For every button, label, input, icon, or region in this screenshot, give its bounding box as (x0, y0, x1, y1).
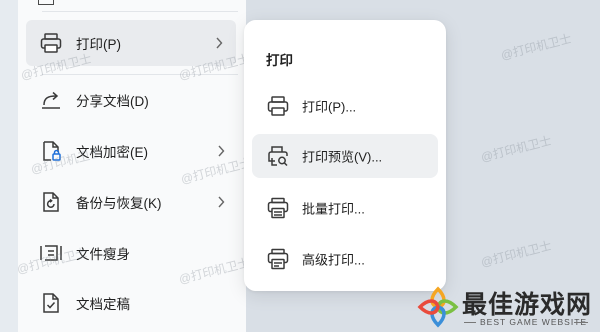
printer-icon (266, 94, 290, 118)
submenu-item-print[interactable]: 打印(P)... (252, 84, 438, 128)
logo-rule (464, 322, 476, 323)
left-edge-strip (0, 0, 18, 332)
previous-item-icon-fragment (38, 0, 54, 5)
file-menu: 打印(P) 分享文档(D) 文档加密(E) 备份与恢复(K) 文件瘦身 文档定稿 (18, 0, 246, 332)
logo-mark-icon (417, 286, 459, 328)
print-preview-icon (266, 144, 290, 168)
menu-item-label: 打印(P) (76, 37, 121, 52)
chevron-right-icon (218, 196, 225, 208)
menu-item-print[interactable]: 打印(P) (26, 20, 236, 66)
chevron-right-icon (216, 37, 223, 49)
share-icon (38, 87, 64, 113)
encrypt-icon (38, 138, 64, 164)
menu-item-label: 文档定稿 (76, 297, 130, 312)
backup-icon (38, 189, 64, 215)
submenu-item-label: 打印(P)... (302, 99, 357, 115)
submenu-item-label: 高级打印... (302, 252, 365, 268)
chevron-right-icon (218, 145, 225, 157)
submenu-item-batch-print[interactable]: 批量打印... (252, 186, 438, 230)
menu-item-label: 备份与恢复(K) (76, 196, 162, 211)
logo-rule (574, 322, 588, 323)
menu-item-label: 文档加密(E) (76, 145, 148, 160)
advanced-print-icon (266, 247, 290, 271)
menu-item-backup[interactable]: 备份与恢复(K) (26, 179, 238, 225)
batch-print-icon (266, 196, 290, 220)
print-submenu: 打印 打印(P)... 打印预览(V)... 批量打印... 高级打印... (244, 20, 446, 291)
submenu-title: 打印 (266, 53, 293, 68)
slim-icon (38, 240, 64, 266)
menu-divider (42, 11, 238, 12)
submenu-item-advanced-print[interactable]: 高级打印... (252, 237, 438, 281)
menu-item-encrypt[interactable]: 文档加密(E) (26, 128, 238, 174)
logo-subtitle: BEST GAME WEBSITE (480, 317, 588, 327)
finalize-icon (38, 290, 64, 316)
menu-item-label: 文件瘦身 (76, 247, 130, 262)
submenu-item-print-preview[interactable]: 打印预览(V)... (252, 134, 438, 178)
submenu-item-label: 打印预览(V)... (302, 149, 383, 165)
menu-item-share[interactable]: 分享文档(D) (26, 77, 238, 123)
menu-item-finalize[interactable]: 文档定稿 (26, 280, 238, 326)
printer-icon (38, 30, 64, 56)
submenu-item-label: 批量打印... (302, 201, 365, 217)
site-logo: 最佳游戏网 BEST GAME WEBSITE (416, 285, 592, 329)
logo-title: 最佳游戏网 (462, 291, 593, 319)
menu-item-slim[interactable]: 文件瘦身 (26, 230, 238, 276)
menu-item-label: 分享文档(D) (76, 94, 149, 109)
menu-divider (42, 74, 238, 75)
